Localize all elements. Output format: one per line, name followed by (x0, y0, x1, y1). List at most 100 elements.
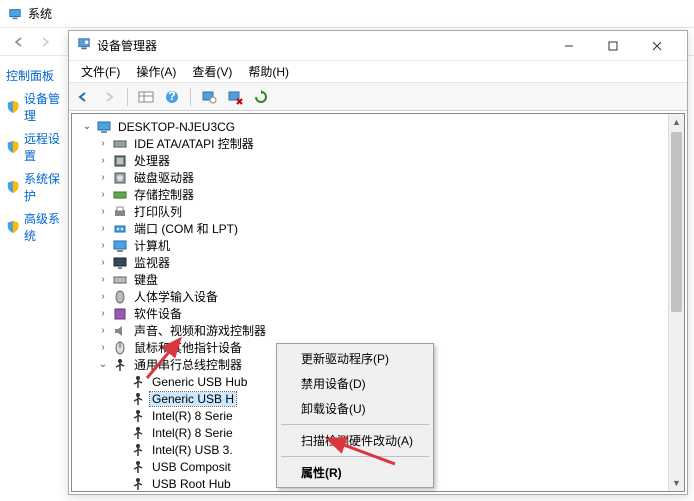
maximize-button[interactable] (591, 32, 635, 60)
tree-row[interactable]: ›监视器 (74, 254, 682, 271)
sidebar-item-label: 高级系统 (24, 210, 62, 244)
sidebar-item[interactable]: 设备管理 (4, 87, 64, 127)
dm-menubar: 文件(F)操作(A)查看(V)帮助(H) (69, 61, 687, 83)
tree-row[interactable]: › 磁盘驱动器 (74, 169, 682, 186)
tb-back-icon[interactable] (75, 89, 91, 105)
expand-icon[interactable]: › (96, 274, 110, 285)
dm-title: 设备管理器 (97, 37, 157, 54)
sidebar-item[interactable]: 系统保护 (4, 167, 64, 207)
collapse-icon[interactable]: ⌄ (96, 359, 110, 370)
collapse-icon[interactable]: ⌄ (80, 121, 94, 132)
tree-label: 软件设备 (132, 305, 184, 322)
cpu-icon (112, 153, 128, 169)
scrollbar-vertical[interactable]: ▲ ▼ (668, 114, 684, 491)
sidebar-item-label: 远程设置 (24, 130, 62, 164)
sidebar-item[interactable]: 远程设置 (4, 127, 64, 167)
tree-label: Intel(R) USB 3. (150, 443, 235, 457)
tree-label: 声音、视频和游戏控制器 (132, 322, 268, 339)
tree-label: USB Root Hub (150, 477, 233, 491)
tb-help-icon[interactable]: ? (164, 89, 180, 105)
usb-icon (130, 374, 146, 390)
context-menu-item[interactable]: 卸载设备(U) (279, 396, 431, 421)
scroll-thumb[interactable] (671, 132, 682, 312)
expand-icon[interactable]: › (96, 240, 110, 251)
tb-scan-icon[interactable] (201, 89, 217, 105)
expand-icon[interactable]: › (96, 155, 110, 166)
sidebar-item-label: 控制面板 (6, 67, 54, 84)
nav-forward-button[interactable] (34, 31, 56, 53)
usb-icon (130, 425, 146, 441)
system-icon (8, 7, 22, 21)
tb-sep (127, 88, 128, 106)
usb-icon (130, 391, 146, 407)
keyboard-icon (112, 272, 128, 288)
minimize-button[interactable] (547, 32, 591, 60)
context-menu-item[interactable]: 扫描检测硬件改动(A) (279, 428, 431, 453)
bg-title: 系统 (28, 5, 52, 22)
svg-text:?: ? (168, 89, 175, 103)
tree-label: 处理器 (132, 152, 172, 169)
expand-icon[interactable]: › (96, 206, 110, 217)
context-menu-item[interactable]: 更新驱动程序(P) (279, 346, 431, 371)
ide-icon (112, 136, 128, 152)
menu-item[interactable]: 文件(F) (73, 61, 128, 82)
tb-show-hidden-icon[interactable] (138, 89, 154, 105)
menu-item[interactable]: 查看(V) (184, 61, 240, 82)
context-menu: 更新驱动程序(P)禁用设备(D)卸载设备(U) 扫描检测硬件改动(A) 属性(R) (276, 343, 434, 488)
scroll-up-button[interactable]: ▲ (669, 114, 684, 130)
scroll-down-button[interactable]: ▼ (669, 475, 684, 491)
tree-row[interactable]: › 软件设备 (74, 305, 682, 322)
tree-row[interactable]: ›存储控制器 (74, 186, 682, 203)
tree-row[interactable]: ⌄ DESKTOP-NJEU3CG (74, 118, 682, 135)
tb-update-icon[interactable] (253, 89, 269, 105)
menu-separator (281, 456, 429, 457)
tree-row[interactable]: › IDE ATA/ATAPI 控制器 (74, 135, 682, 152)
tb-uninstall-icon[interactable] (227, 89, 243, 105)
tree-label: USB Composit (150, 460, 233, 474)
tree-row[interactable]: ›计算机 (74, 237, 682, 254)
dm-toolbar: ? (69, 83, 687, 111)
tree-label: 鼠标和其他指针设备 (132, 339, 244, 356)
tree-label: Generic USB H (150, 392, 236, 406)
tree-row[interactable]: › 键盘 (74, 271, 682, 288)
shield-icon (6, 140, 20, 154)
close-button[interactable] (635, 32, 679, 60)
tree-label: 键盘 (132, 271, 160, 288)
context-menu-item[interactable]: 属性(R) (279, 460, 431, 485)
tree-row[interactable]: ›人体学输入设备 (74, 288, 682, 305)
sidebar-item-label: 设备管理 (24, 90, 62, 124)
menu-item[interactable]: 帮助(H) (240, 61, 297, 82)
sound-icon (112, 323, 128, 339)
dm-titlebar[interactable]: 设备管理器 (69, 31, 687, 61)
tree-label: 磁盘驱动器 (132, 169, 196, 186)
sidebar-item[interactable]: 高级系统 (4, 207, 64, 247)
tree-row[interactable]: › 声音、视频和游戏控制器 (74, 322, 682, 339)
expand-icon[interactable]: › (96, 342, 110, 353)
tree-label: Intel(R) 8 Serie (150, 409, 235, 423)
shield-icon (6, 180, 20, 194)
tb-forward-icon[interactable] (101, 89, 117, 105)
expand-icon[interactable]: › (96, 308, 110, 319)
tree-row[interactable]: › 端口 (COM 和 LPT) (74, 220, 682, 237)
context-menu-item[interactable]: 禁用设备(D) (279, 371, 431, 396)
expand-icon[interactable]: › (96, 172, 110, 183)
menu-item[interactable]: 操作(A) (128, 61, 184, 82)
tree-label: IDE ATA/ATAPI 控制器 (132, 135, 256, 152)
expand-icon[interactable]: › (96, 223, 110, 234)
expand-icon[interactable]: › (96, 189, 110, 200)
expand-icon[interactable]: › (96, 138, 110, 149)
expand-icon[interactable]: › (96, 257, 110, 268)
usb-icon (130, 408, 146, 424)
expand-icon[interactable]: › (96, 325, 110, 336)
tree-label: Generic USB Hub (150, 375, 249, 389)
usb-icon (130, 459, 146, 475)
tree-label: DESKTOP-NJEU3CG (116, 120, 237, 134)
tree-row[interactable]: ›打印队列 (74, 203, 682, 220)
mouse-icon (112, 340, 128, 356)
nav-back-button[interactable] (8, 31, 30, 53)
usb-icon (130, 476, 146, 492)
tree-label: 端口 (COM 和 LPT) (132, 220, 240, 237)
expand-icon[interactable]: › (96, 291, 110, 302)
tree-row[interactable]: › 处理器 (74, 152, 682, 169)
sidebar-item[interactable]: 控制面板 (4, 64, 64, 87)
